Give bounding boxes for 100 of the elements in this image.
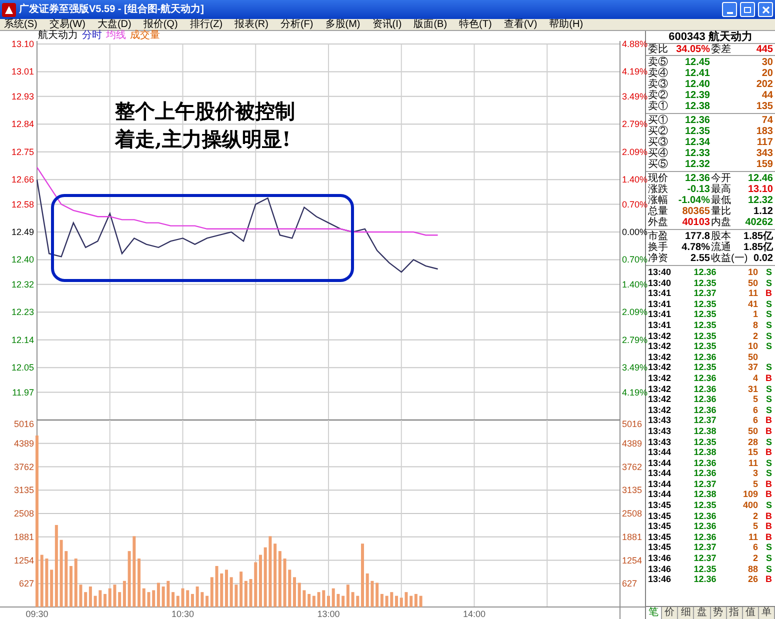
panel-tab[interactable]: 价 <box>662 607 678 619</box>
field-label: 涨跌 <box>648 184 669 195</box>
tick-price: 12.35 <box>692 500 718 511</box>
field-value: 1.12 <box>754 206 773 217</box>
percent-label: 4.19% <box>622 387 648 398</box>
tick-time: 13:41 <box>648 309 672 320</box>
tick-side: B <box>764 288 772 299</box>
volume-bar <box>94 596 97 607</box>
volume-bar <box>302 590 306 607</box>
time-label: 13:00 <box>317 609 340 619</box>
tick-time: 13:43 <box>648 436 672 448</box>
tick-side: B <box>764 532 772 542</box>
field-value: 177.8 <box>684 231 710 242</box>
tick-time: 13:43 <box>648 415 672 426</box>
tick-price: 12.36 <box>692 468 718 479</box>
menu-item[interactable]: 资讯(I) <box>372 18 402 30</box>
volume-bar <box>230 577 233 607</box>
field-value: 183 <box>756 126 773 137</box>
tick-time: 13:42 <box>648 394 672 405</box>
minimize-button[interactable] <box>722 2 737 17</box>
panel-tab[interactable]: 盘 <box>694 607 710 619</box>
panel-tab[interactable]: 势 <box>710 607 727 619</box>
panel-tab[interactable]: 细 <box>678 607 694 619</box>
tick-price: 12.35 <box>692 436 718 448</box>
axis-label: 12.93 <box>11 91 34 102</box>
tick-volume: 11 <box>747 288 758 299</box>
axis-label: 12.05 <box>11 362 34 373</box>
field-value: 12.34 <box>684 137 710 148</box>
menu-item[interactable]: 报价(Q) <box>143 18 178 30</box>
tick-volume: 109 <box>742 489 758 500</box>
menu-item[interactable]: 帮助(H) <box>549 18 584 30</box>
menu-item[interactable]: 查看(V) <box>504 18 538 30</box>
tick-time: 13:42 <box>648 404 672 416</box>
panel-tab[interactable]: 单 <box>758 607 775 619</box>
tick-side: S <box>764 436 772 448</box>
tick-side: B <box>764 489 772 500</box>
volume-bar <box>234 584 238 607</box>
panel-tab[interactable]: 指 <box>726 607 743 619</box>
tick-volume: 5 <box>752 478 758 490</box>
tick-price: 12.36 <box>692 510 718 522</box>
axis-label: 12.40 <box>11 254 34 265</box>
volume-bar <box>181 588 184 607</box>
tick-price: 12.38 <box>692 489 718 500</box>
volume-bar <box>147 592 150 607</box>
volume-bar <box>264 547 267 607</box>
field-value: 202 <box>756 79 773 90</box>
field-label: 总量 <box>648 206 669 217</box>
volume-bar <box>200 592 204 607</box>
tick-price: 12.35 <box>692 330 718 342</box>
menu-item[interactable]: 交易(W) <box>49 18 86 30</box>
tick-side: S <box>764 553 772 564</box>
axis-label: 5016 <box>14 419 34 429</box>
percent-label: 1.40% <box>622 279 648 290</box>
menu-item[interactable]: 大盘(D) <box>97 18 132 30</box>
volume-bar <box>128 551 131 607</box>
tick-volume: 50 <box>746 278 758 288</box>
menu-item[interactable]: 特色(T) <box>459 18 492 30</box>
field-value: 135 <box>756 101 773 112</box>
close-button[interactable] <box>758 2 773 17</box>
menu-item[interactable]: 版面(B) <box>414 18 448 30</box>
tick-price: 12.36 <box>692 384 718 394</box>
tick-side: B <box>764 510 772 522</box>
tick-price: 12.37 <box>692 478 718 490</box>
tick-volume: 5 <box>752 394 758 405</box>
panel-tab[interactable]: 笔 <box>646 607 662 619</box>
field-label: 流通 <box>710 242 731 253</box>
field-label: 内盘 <box>710 217 731 228</box>
field-value: 12.40 <box>684 79 710 90</box>
menu-item[interactable]: 报表(R) <box>234 18 268 30</box>
axis-label: 1881 <box>622 532 642 542</box>
tick-time: 13:40 <box>648 267 672 278</box>
volume-bar <box>132 536 136 607</box>
tick-side: S <box>764 278 772 288</box>
tick-volume: 37 <box>746 362 758 373</box>
field-value: 12.36 <box>684 173 710 184</box>
menu-item[interactable]: 排行(Z) <box>190 18 223 30</box>
tick-price: 12.36 <box>692 458 718 468</box>
volume-bar <box>332 588 335 607</box>
panel-tab[interactable]: 值 <box>742 607 759 619</box>
tick-volume: 2 <box>752 553 758 564</box>
volume-bar <box>322 590 326 607</box>
menu-item[interactable]: 系统(S) <box>4 18 38 30</box>
field-value: 12.35 <box>684 126 710 137</box>
tick-side: B <box>764 574 772 585</box>
menu-item[interactable]: 多股(M) <box>325 18 360 30</box>
tick-side: B <box>764 372 772 384</box>
tick-time: 13:45 <box>648 510 672 522</box>
tick-price: 12.37 <box>692 288 718 299</box>
tick-volume: 6 <box>752 542 758 554</box>
menu-item[interactable]: 分析(F) <box>280 18 314 30</box>
axis-label: 627 <box>622 578 638 589</box>
field-value: 12.45 <box>684 57 710 68</box>
volume-bar <box>370 580 374 607</box>
field-value: 12.33 <box>684 148 710 159</box>
tick-volume: 50 <box>746 352 758 362</box>
tick-price: 12.38 <box>692 447 718 458</box>
axis-label: 12.58 <box>11 199 34 210</box>
field-value: 12.46 <box>748 173 773 184</box>
field-label: 今开 <box>710 173 731 184</box>
restore-button[interactable] <box>740 2 755 17</box>
